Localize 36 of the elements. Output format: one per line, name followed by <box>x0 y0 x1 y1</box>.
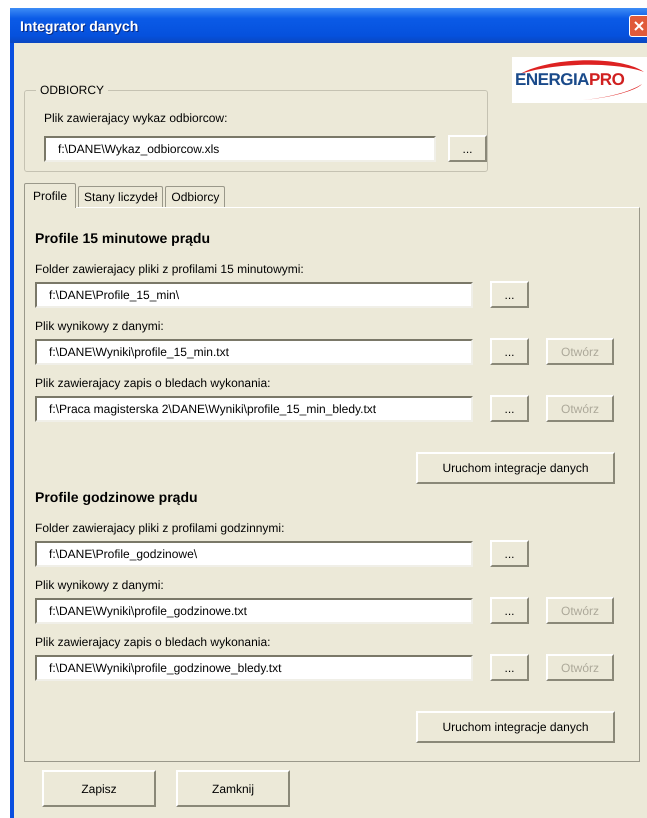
browse-button[interactable]: ... <box>490 540 529 567</box>
browse-button[interactable]: ... <box>490 597 529 624</box>
field-label: Folder zawierajacy pliki z profilami 15 minutowymi: <box>35 262 305 276</box>
field-label: Plik wynikowy z danymi: <box>35 319 165 333</box>
input-field[interactable]: f:\DANE\Wykaz_odbiorcow.xls <box>44 136 436 162</box>
run-button[interactable]: Uruchom integracje danych <box>416 711 615 743</box>
dialog-button[interactable]: Zamknij <box>176 770 290 807</box>
run-button[interactable]: Uruchom integracje danych <box>416 452 615 484</box>
section-heading: Profile godzinowe prądu <box>35 489 199 505</box>
input-field[interactable]: f:\Praca magisterska 2\DANE\Wyniki\profile_15_min_bledy.txt <box>35 396 473 422</box>
group-legend: ODBIORCY <box>36 83 108 97</box>
browse-button[interactable]: ... <box>490 395 529 422</box>
input-field[interactable]: f:\DANE\Wyniki\profile_15_min.txt <box>35 338 473 364</box>
close-icon <box>634 20 644 30</box>
browse-button[interactable]: ... <box>490 654 529 681</box>
browse-button[interactable]: ... <box>448 135 487 162</box>
field-label: Folder zawierajacy pliki z profilami godzinnymi: <box>35 521 286 535</box>
close-button[interactable] <box>629 14 647 36</box>
section-heading: Profile 15 minutowe prądu <box>35 230 212 246</box>
tab[interactable]: Profile <box>24 183 76 208</box>
window-title: Integrator danych <box>20 18 138 34</box>
logo-text: PRO <box>588 70 624 90</box>
input-field[interactable]: f:\DANE\Profile_15_min\ <box>35 282 473 308</box>
dialog-button[interactable]: Zapisz <box>42 770 156 807</box>
input-field[interactable]: f:\DANE\Wyniki\profile_godzinowe_bledy.txt <box>35 654 473 680</box>
logo-text: ENERGIA <box>515 70 589 90</box>
input-field[interactable]: f:\DANE\Wyniki\profile_godzinowe.txt <box>35 598 473 624</box>
tab[interactable]: Stany liczydeł <box>78 186 164 207</box>
field-label: Plik zawierajacy zapis o bledach wykonania: <box>35 376 272 390</box>
tab[interactable]: Odbiorcy <box>165 186 226 207</box>
input-field[interactable]: f:\DANE\Profile_godzinowe\ <box>35 540 473 566</box>
browse-button[interactable]: ... <box>490 338 529 365</box>
field-label: Plik wynikowy z danymi: <box>35 578 165 592</box>
field-label: Plik zawierajacy wykaz odbiorcow: <box>44 111 228 125</box>
browse-button[interactable]: ... <box>490 281 529 308</box>
field-label: Plik zawierajacy zapis o bledach wykonania: <box>35 635 272 649</box>
